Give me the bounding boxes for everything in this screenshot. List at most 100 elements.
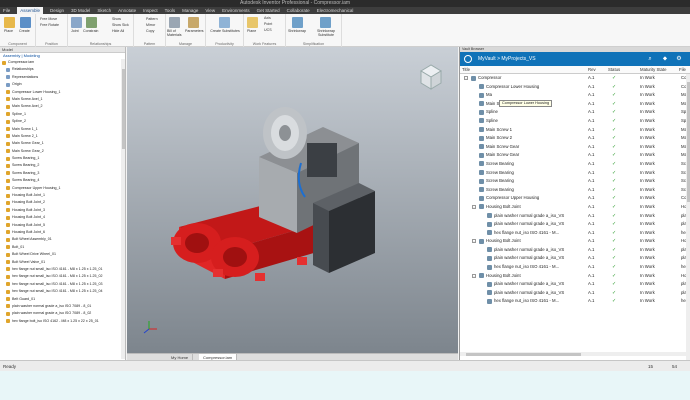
browser-tree-item[interactable]: Screw Bearing_4 (0, 177, 125, 184)
vault-row[interactable]: Screw Bearing A.1 ✓ In Work Sc (460, 169, 690, 178)
browser-tree-item[interactable]: Housing Bolt Joint_3 (0, 207, 125, 214)
browser-tree-item[interactable]: Main Screw Axel_1 (0, 96, 125, 103)
vault-row[interactable]: Screw Bearing A.1 ✓ In Work Sc (460, 160, 690, 169)
col-file[interactable]: File (679, 66, 686, 74)
show-sick-button[interactable]: Show Sick (112, 23, 129, 27)
vault-breadcrumb[interactable]: MyVault > MyProjects_VS (478, 52, 536, 66)
free-rotate-button[interactable]: Free Rotate (40, 23, 59, 27)
joint-icon[interactable] (71, 17, 82, 28)
graphics-viewport[interactable] (127, 47, 458, 353)
vault-row[interactable]: Compressor Lower Housing A.1 ✓ In Work Co (460, 83, 690, 92)
expand-toggle-icon[interactable]: - (472, 204, 476, 209)
show-button[interactable]: Show (112, 17, 121, 21)
ucs-button[interactable]: UCS (264, 28, 272, 32)
vault-row[interactable]: Main Screw AxelA.1✓In WorkMa (460, 100, 690, 109)
vault-row[interactable]: Main Screw 1 A.1 ✓ In Work Ma (460, 126, 690, 135)
vault-row[interactable]: plain washer normal grade a_iso_VS A.1 ✓ In… (460, 246, 690, 255)
vault-row[interactable]: Main Screw Gear A.1 ✓ In Work Ma (460, 151, 690, 160)
browser-tree-item[interactable]: Screw Bearing_1 (0, 155, 125, 162)
vault-row[interactable]: plain washer normal grade a_iso_VS A.1 ✓ In… (460, 280, 690, 289)
free-move-button[interactable]: Free Move (40, 17, 57, 21)
col-rev[interactable]: Rev (588, 66, 596, 74)
browser-scrollbar[interactable] (121, 59, 125, 359)
browser-tree-item[interactable]: Main Screw 1_1 (0, 126, 125, 133)
vault-row[interactable]: Spline A.1 ✓ In Work Sp (460, 117, 690, 126)
vault-search-icon[interactable]: ⌕ (646, 55, 654, 63)
vault-row[interactable]: Screw Bearing A.1 ✓ In Work Sc (460, 177, 690, 186)
vault-settings-icon[interactable]: ⚙ (675, 55, 683, 63)
constrain-icon[interactable] (86, 17, 97, 28)
vault-row[interactable]: Screw Bearing A.1 ✓ In Work Sc (460, 186, 690, 195)
browser-tree-item[interactable]: plain washer normal grade a_iso ISO 7089… (0, 303, 125, 310)
tab-design[interactable]: Design (50, 7, 64, 14)
parameters-icon[interactable] (188, 17, 199, 28)
browser-tree-item[interactable]: Screw Bearing_2 (0, 162, 125, 169)
vault-row[interactable]: - Housing Bolt Joint A.1 ✓ In Work Ho (460, 272, 690, 281)
browser-tree-item[interactable]: Housing Bolt Joint_1 (0, 192, 125, 199)
vault-row[interactable]: plain washer normal grade a_iso_VS A.1 ✓ In… (460, 212, 690, 221)
tab-environments[interactable]: Environments (222, 7, 250, 14)
browser-tree-item[interactable]: Relationships (0, 66, 125, 73)
vault-hscroll-thumb[interactable] (466, 352, 581, 356)
tab-view[interactable]: View (205, 7, 215, 14)
vault-row[interactable]: hex flange nut_iso ISO 4161 - M... A.1 ✓ In… (460, 229, 690, 238)
shrinkwrap-icon[interactable] (292, 17, 303, 28)
tab-get-started[interactable]: Get Started (257, 7, 280, 14)
browser-tree-item[interactable]: Screw Bearing_3 (0, 170, 125, 177)
vault-tag-icon[interactable]: ⬥ (661, 55, 669, 63)
browser-tree-item[interactable]: Housing Bolt Joint_2 (0, 199, 125, 206)
browser-tree-item[interactable]: plain washer normal grade a_iso ISO 7089… (0, 310, 125, 317)
browser-tree-item[interactable]: Spline_2 (0, 118, 125, 125)
browser-scroll-thumb[interactable] (121, 69, 125, 149)
pattern-button[interactable]: Pattern (146, 17, 158, 21)
browser-tree-item[interactable]: Housing Bolt Joint_5 (0, 222, 125, 229)
vault-row[interactable]: - Housing Bolt Joint A.1 ✓ In Work Ho (460, 237, 690, 246)
plane-icon[interactable] (247, 17, 258, 28)
tab-sketch[interactable]: Sketch (97, 7, 111, 14)
browser-tree-item[interactable]: Bolt Wheel Assembly_01 (0, 236, 125, 243)
vault-home-icon[interactable] (464, 55, 472, 63)
vault-row[interactable]: Spline A.1 ✓ In Work Sp (460, 108, 690, 117)
compressor-model[interactable] (127, 47, 458, 353)
tab-electromechanical[interactable]: Electromechanical (317, 7, 354, 14)
browser-tree-item[interactable]: Housing Bolt Joint_6 (0, 229, 125, 236)
col-maturity-state[interactable]: Maturity State (640, 66, 667, 74)
tab-3d-model[interactable]: 3D Model (71, 7, 90, 14)
tab-assemble[interactable]: Assemble (17, 7, 44, 14)
vault-hscrollbar[interactable] (460, 352, 686, 356)
vault-row[interactable]: hex flange nut_iso ISO 4161 - M... A.1 ✓ In… (460, 297, 690, 306)
col-title[interactable]: Title (462, 66, 470, 74)
browser-tree-item[interactable]: hex flange nut small_iso ISO 4161 - M8 x… (0, 288, 125, 295)
expand-toggle-icon[interactable]: - (472, 273, 476, 278)
mirror-button[interactable]: Mirror (146, 23, 155, 27)
browser-tree-item[interactable]: Origin (0, 81, 125, 88)
browser-tree-item[interactable]: Housing Bolt Joint_4 (0, 214, 125, 221)
vault-row[interactable]: plain washer normal grade a_iso_VS A.1 ✓ In… (460, 220, 690, 229)
create-substitutes-icon[interactable] (219, 17, 230, 28)
browser-tree-item[interactable]: Bolt Wheel Drive Wheel_01 (0, 251, 125, 258)
tab-collaborate[interactable]: Collaborate (287, 7, 310, 14)
vault-row[interactable]: hex flange nut_iso ISO 4161 - M... A.1 ✓ In… (460, 263, 690, 272)
copy-button[interactable]: Copy (146, 29, 154, 33)
tab-manage[interactable]: Manage (182, 7, 198, 14)
tab-file[interactable]: File (3, 7, 10, 14)
browser-tree-item[interactable]: Belt Guard_01 (0, 296, 125, 303)
expand-toggle-icon[interactable]: - (472, 239, 476, 244)
vault-row[interactable]: Compressor Upper Housing A.1 ✓ In Work Co (460, 194, 690, 203)
browser-tree-item[interactable]: Compressor Upper Housing_1 (0, 185, 125, 192)
bill-of-materials-icon[interactable] (169, 17, 180, 28)
hide-all-button[interactable]: Hide All (112, 29, 124, 33)
vault-row[interactable]: Ma A.1 ✓ In Work Ma (460, 91, 690, 100)
browser-tree-item[interactable]: hex flange nut small_iso ISO 4161 - M8 x… (0, 273, 125, 280)
tab-annotate[interactable]: Annotate (118, 7, 136, 14)
browser-tree-item[interactable]: hex flange nut small_iso ISO 4161 - M8 x… (0, 281, 125, 288)
browser-tree-item[interactable]: Main Screw Gear_2 (0, 148, 125, 155)
vault-row[interactable]: Main Screw 2 A.1 ✓ In Work Ma (460, 134, 690, 143)
browser-tree-item[interactable]: Compressor Lower Housing_1 (0, 89, 125, 96)
vault-scroll-thumb[interactable] (686, 82, 690, 202)
view-cube[interactable] (420, 64, 442, 90)
browser-tree-item[interactable]: Main Screw Gear_1 (0, 140, 125, 147)
create-icon[interactable] (20, 17, 31, 28)
browser-tree-item[interactable]: Compressor.iam (0, 59, 125, 66)
vault-row[interactable]: plain washer normal grade a_iso_VS A.1 ✓ In… (460, 289, 690, 298)
